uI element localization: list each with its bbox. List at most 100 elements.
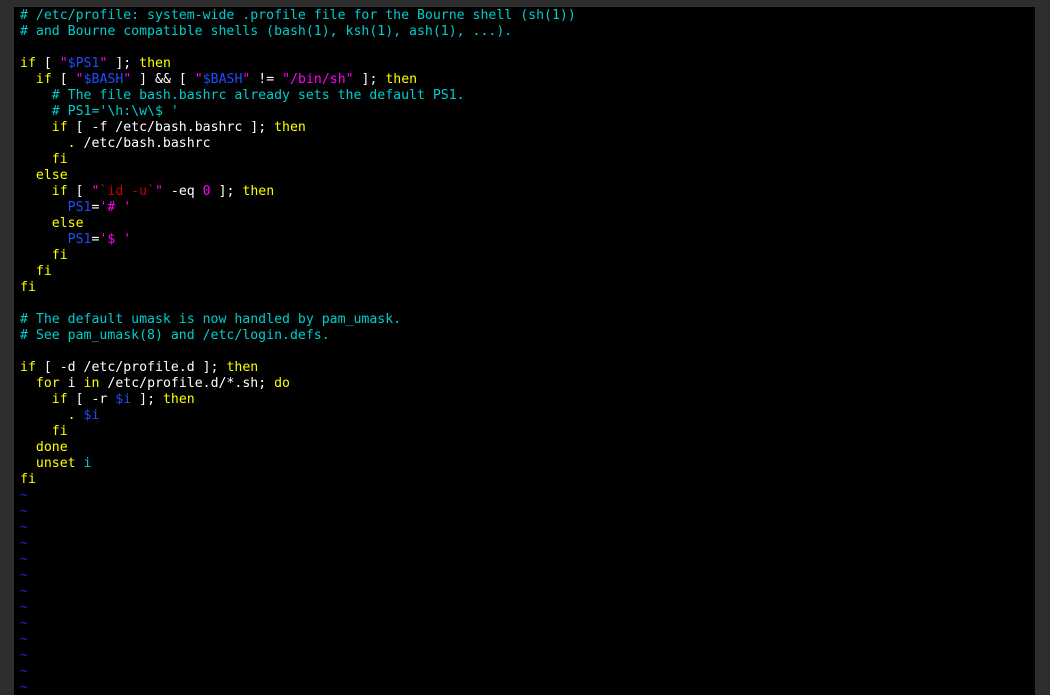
code-line: if [ "$BASH" ] && [ "$BASH" != "/bin/sh"… — [20, 72, 576, 88]
empty-line-marker: ~ — [20, 488, 576, 504]
tilde-icon: ~ — [20, 680, 28, 695]
code-token: fi — [51, 424, 68, 439]
empty-line-marker: ~ — [20, 600, 576, 616]
vim-text-buffer[interactable]: # /etc/profile: system-wide .profile fil… — [20, 8, 576, 695]
code-token: [ -d /etc/profile.d ]; — [35, 360, 227, 375]
code-token: if — [51, 392, 68, 407]
code-token: then — [242, 184, 275, 199]
empty-line-marker: ~ — [20, 520, 576, 536]
code-token: then — [162, 392, 195, 407]
tilde-icon: ~ — [20, 504, 28, 519]
tilde-icon: ~ — [20, 568, 28, 583]
code-token: fi — [35, 264, 52, 279]
code-token: then — [226, 360, 259, 375]
empty-line-marker: ~ — [20, 536, 576, 552]
tilde-icon: ~ — [20, 584, 28, 599]
code-token: if — [35, 72, 52, 87]
code-token: else — [35, 168, 68, 183]
code-token: " — [155, 184, 163, 199]
code-token: "/bin/sh" — [282, 72, 354, 87]
empty-line-marker: ~ — [20, 648, 576, 664]
code-line: PS1='# ' — [20, 200, 576, 216]
code-token: # See pam_umask(8) and /etc/login.defs. — [20, 328, 330, 343]
code-token: " — [59, 56, 68, 71]
code-token: $i — [83, 408, 100, 423]
code-token: != — [250, 72, 283, 87]
terminal-window: # /etc/profile: system-wide .profile fil… — [0, 0, 1050, 695]
code-token: for — [35, 376, 60, 391]
code-token: -eq — [162, 184, 203, 199]
code-token: $BASH — [202, 72, 243, 87]
code-line: # The file bash.bashrc already sets the … — [20, 88, 576, 104]
code-token: do — [274, 376, 290, 391]
code-line: if [ -f /etc/bash.bashrc ]; then — [20, 120, 576, 136]
code-token: fi — [20, 472, 36, 487]
code-token: i — [59, 376, 84, 391]
code-line: fi — [20, 264, 576, 280]
tilde-icon: ~ — [20, 536, 28, 551]
code-token: " — [194, 72, 203, 87]
code-line: PS1='$ ' — [20, 232, 576, 248]
code-token: PS1 — [67, 200, 92, 215]
empty-line-marker: ~ — [20, 664, 576, 680]
tilde-icon: ~ — [20, 616, 28, 631]
empty-line-marker: ~ — [20, 584, 576, 600]
code-token: ] && [ — [131, 72, 195, 87]
code-line: else — [20, 216, 576, 232]
code-token: # The file bash.bashrc already sets the … — [20, 88, 465, 103]
code-token: if — [51, 120, 68, 135]
code-token: done — [35, 440, 68, 455]
code-line: # /etc/profile: system-wide .profile fil… — [20, 8, 576, 24]
code-token: if — [20, 56, 36, 71]
code-line: fi — [20, 152, 576, 168]
code-line: fi — [20, 472, 576, 488]
code-line: . $i — [20, 408, 576, 424]
code-token: fi — [20, 280, 36, 295]
code-line: if [ "`id -u`" -eq 0 ]; then — [20, 184, 576, 200]
code-line: done — [20, 440, 576, 456]
code-token: . — [67, 408, 76, 423]
tilde-icon: ~ — [20, 664, 28, 679]
code-token: '# ' — [99, 200, 132, 215]
code-token: [ — [51, 72, 76, 87]
tilde-icon: ~ — [20, 488, 28, 503]
tilde-icon: ~ — [20, 648, 28, 663]
code-line: fi — [20, 248, 576, 264]
code-line: else — [20, 168, 576, 184]
code-line: # PS1='\h:\w\$ ' — [20, 104, 576, 120]
code-line: # The default umask is now handled by pa… — [20, 312, 576, 328]
terminal-screen[interactable]: # /etc/profile: system-wide .profile fil… — [14, 7, 1035, 695]
code-token: then — [274, 120, 306, 135]
code-line: if [ -d /etc/profile.d ]; then — [20, 360, 576, 376]
code-token: [ — [67, 184, 92, 199]
code-token: ]; — [353, 72, 386, 87]
code-line: fi — [20, 424, 576, 440]
tilde-icon: ~ — [20, 600, 28, 615]
code-line: # See pam_umask(8) and /etc/login.defs. — [20, 328, 576, 344]
code-token: fi — [51, 248, 68, 263]
code-token: # /etc/profile: system-wide .profile fil… — [20, 8, 576, 23]
code-token: i — [83, 456, 92, 471]
code-line: . /etc/bash.bashrc — [20, 136, 576, 152]
code-token: # The default umask is now handled by pa… — [20, 312, 402, 327]
empty-line-marker: ~ — [20, 552, 576, 568]
code-token: $i — [115, 392, 132, 407]
code-token: then — [139, 56, 171, 71]
code-token: # PS1='\h:\w\$ ' — [20, 104, 179, 119]
code-token: ]; — [131, 392, 163, 407]
code-token: " — [75, 72, 84, 87]
